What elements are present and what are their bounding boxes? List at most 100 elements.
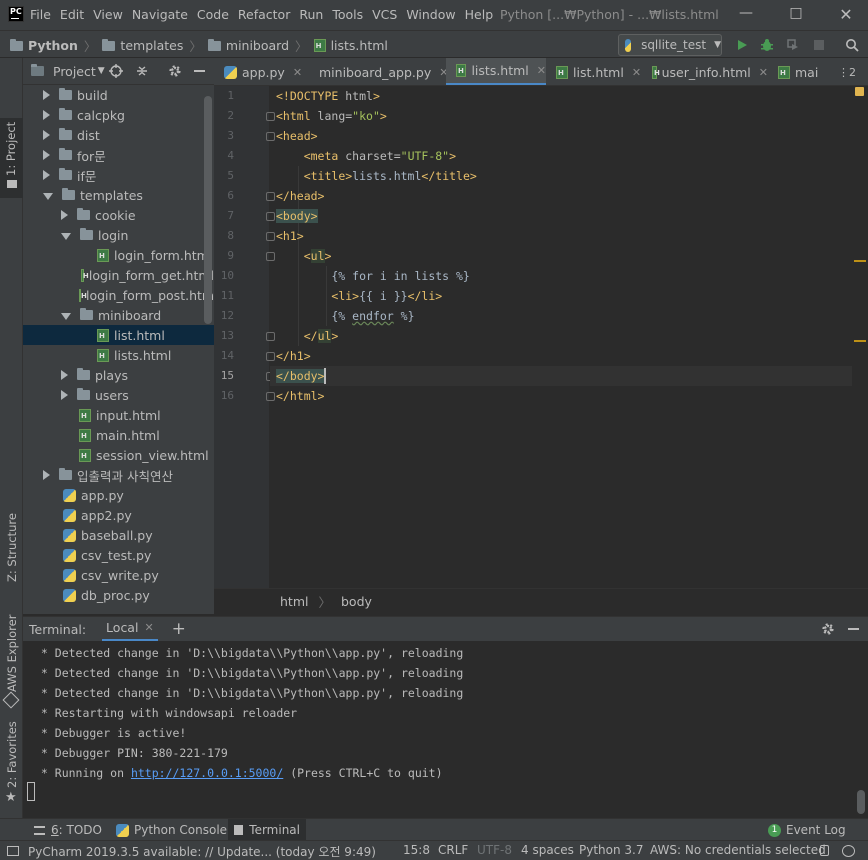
chevron-right-icon[interactable] xyxy=(43,150,50,160)
new-terminal-plus-icon[interactable]: + xyxy=(172,619,186,639)
chevron-down-icon[interactable] xyxy=(61,232,71,240)
menu-file[interactable]: File xyxy=(30,7,51,22)
menu-tools[interactable]: Tools xyxy=(332,7,363,22)
tree-file[interactable]: input.html xyxy=(23,405,214,425)
favorites-tool-button[interactable]: 2: Favorites ★ xyxy=(0,721,23,806)
project-scrollbar[interactable] xyxy=(204,96,212,324)
event-log-tool-button[interactable]: 1 Event Log xyxy=(762,819,852,841)
tree-file[interactable]: login_form_post.html xyxy=(23,285,214,305)
python-console-tool-button[interactable]: Python Console xyxy=(110,819,233,841)
tree-folder[interactable]: dist xyxy=(23,125,214,145)
maximize-button[interactable]: □ xyxy=(786,5,806,23)
project-view-selector[interactable]: Project xyxy=(53,64,96,79)
server-url-link[interactable]: http://127.0.0.1:5000/ xyxy=(131,766,283,780)
tree-file[interactable]: lists.html xyxy=(23,345,214,365)
menu-navigate[interactable]: Navigate xyxy=(132,7,188,22)
project-tool-button[interactable]: 1: Project xyxy=(0,118,23,198)
chevron-down-icon[interactable] xyxy=(43,192,53,200)
minimize-panel-icon[interactable] xyxy=(194,70,205,72)
tree-folder[interactable]: for문 xyxy=(23,145,214,165)
caret-position[interactable]: 15:8 xyxy=(403,843,430,857)
warning-marker[interactable] xyxy=(854,340,866,342)
tree-folder[interactable]: miniboard xyxy=(23,305,214,325)
close-icon[interactable]: ✕ xyxy=(632,66,641,79)
terminal-output[interactable]: * Detected change in 'D:\\bigdata\\Pytho… xyxy=(23,641,868,816)
search-icon[interactable] xyxy=(845,38,859,52)
tab-app-py[interactable]: app.py ✕ xyxy=(214,58,304,85)
gear-icon[interactable] xyxy=(168,64,182,78)
coverage-icon[interactable] xyxy=(786,38,800,52)
tree-file[interactable]: app.py xyxy=(23,485,214,505)
menu-run[interactable]: Run xyxy=(299,7,323,22)
line-separator[interactable]: CRLF xyxy=(438,843,468,857)
menu-edit[interactable]: Edit xyxy=(60,7,84,22)
warning-indicator-icon[interactable] xyxy=(855,87,864,96)
chevron-right-icon[interactable] xyxy=(43,90,50,100)
tree-folder[interactable]: plays xyxy=(23,365,214,385)
chevron-right-icon[interactable] xyxy=(61,370,68,380)
tree-folder[interactable]: users xyxy=(23,385,214,405)
menu-help[interactable]: Help xyxy=(465,7,494,22)
structure-tool-button[interactable]: Z: Structure xyxy=(0,513,23,600)
status-message[interactable]: PyCharm 2019.3.5 available: // Update...… xyxy=(28,843,376,860)
error-stripe[interactable] xyxy=(852,86,868,588)
todo-tool-button[interactable]: 6: TODO xyxy=(28,819,108,841)
crumb-project[interactable]: Python 〉 xyxy=(10,36,96,55)
inspector-icon[interactable] xyxy=(842,845,855,857)
breadcrumb-body[interactable]: body xyxy=(341,594,372,609)
code-editor[interactable]: <!DOCTYPE html> <html lang="ko"> <head> … xyxy=(270,86,852,588)
close-icon[interactable]: ✕ xyxy=(293,66,302,79)
minimize-button[interactable]: — xyxy=(736,5,756,23)
close-window-button[interactable]: ✕ xyxy=(836,5,856,24)
interpreter[interactable]: Python 3.7 xyxy=(579,843,644,857)
menu-view[interactable]: View xyxy=(93,7,123,22)
tree-folder[interactable]: calcpkg xyxy=(23,105,214,125)
chevron-right-icon[interactable] xyxy=(61,210,68,220)
terminal-tool-button[interactable]: Terminal xyxy=(228,819,306,841)
close-icon[interactable]: ✕ xyxy=(144,621,153,634)
chevron-right-icon[interactable] xyxy=(43,130,50,140)
close-icon[interactable]: ✕ xyxy=(537,64,546,77)
tree-file[interactable]: login_form.html xyxy=(23,245,214,265)
crumb-miniboard[interactable]: miniboard 〉 xyxy=(207,36,308,55)
chevron-right-icon[interactable] xyxy=(43,110,50,120)
tab-miniboard-app-py[interactable]: miniboard_app.py ✕ xyxy=(304,58,448,85)
breadcrumb-html[interactable]: html xyxy=(280,594,308,609)
crumb-file[interactable]: lists.html xyxy=(313,38,388,53)
tree-file[interactable]: session_view.html xyxy=(23,445,214,465)
tree-file[interactable]: login_form_get.html xyxy=(23,265,214,285)
terminal-scrollbar[interactable] xyxy=(857,790,865,814)
debug-icon[interactable] xyxy=(760,38,774,52)
tree-file[interactable]: list.html xyxy=(23,325,214,345)
tree-folder[interactable]: if문 xyxy=(23,165,214,185)
tree-file[interactable]: main.html xyxy=(23,425,214,445)
tree-folder[interactable]: 입출력과 사칙연산 xyxy=(23,465,214,485)
tree-file[interactable]: csv_write.py xyxy=(23,565,214,585)
terminal-tab-local[interactable]: Local ✕ xyxy=(102,617,158,642)
gear-icon[interactable] xyxy=(821,622,835,636)
run-config-selector[interactable]: sqllite_test ▼ xyxy=(618,34,722,56)
tree-folder[interactable]: build xyxy=(23,85,214,105)
tree-file[interactable]: app2.py xyxy=(23,505,214,525)
menu-vcs[interactable]: VCS xyxy=(372,7,397,22)
tab-lists-html[interactable]: lists.html✕ xyxy=(446,58,546,85)
chevron-right-icon[interactable] xyxy=(43,470,50,480)
menu-code[interactable]: Code xyxy=(197,7,229,22)
warning-marker[interactable] xyxy=(854,260,866,262)
locate-icon[interactable] xyxy=(109,64,123,78)
chevron-right-icon[interactable] xyxy=(43,170,50,180)
chevron-down-icon[interactable] xyxy=(61,312,71,320)
collapse-all-icon[interactable] xyxy=(135,64,149,78)
chevron-down-icon[interactable]: ▼ xyxy=(98,66,105,76)
stop-icon[interactable] xyxy=(812,38,826,52)
indent-setting[interactable]: 4 spaces xyxy=(521,843,574,857)
tree-folder[interactable]: templates xyxy=(23,185,214,205)
aws-credentials[interactable]: AWS: No credentials selected xyxy=(650,843,826,857)
crumb-templates[interactable]: templates 〉 xyxy=(102,36,202,55)
file-encoding[interactable]: UTF-8 xyxy=(477,843,512,857)
layout-toggle-icon[interactable] xyxy=(7,846,19,856)
tab-list-html[interactable]: list.html✕ xyxy=(546,58,642,85)
tree-folder[interactable]: login xyxy=(23,225,214,245)
run-icon[interactable] xyxy=(735,38,749,52)
tab-main-html[interactable]: mai xyxy=(768,58,838,85)
